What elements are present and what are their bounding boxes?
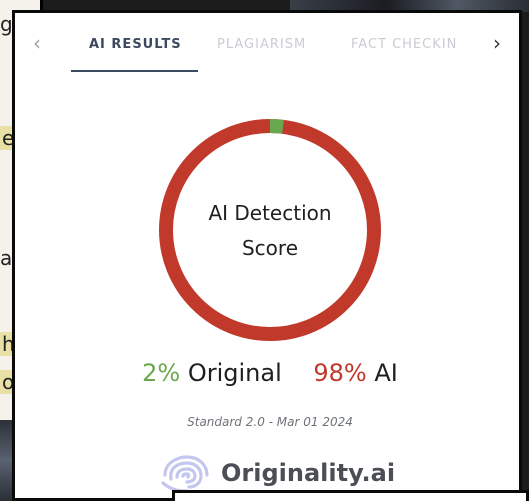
gauge-title-line: Score — [241, 236, 298, 260]
brand-name: Originality.ai — [221, 459, 396, 487]
tab-plagiarism[interactable]: PLAGIARISM — [217, 37, 306, 52]
tab-ai-results[interactable]: AI RESULTS — [89, 37, 182, 52]
model-version-date: Standard 2.0 - Mar 01 2024 — [187, 415, 353, 429]
ai-percent: 98% — [313, 359, 367, 387]
brand-logo-lockup: Originality.ai — [157, 453, 395, 493]
results-card: ‹ AI RESULTS PLAGIARISM FACT CHECKIN › A… — [12, 10, 522, 501]
score-summary: 2% Original 98% AI — [15, 359, 519, 387]
active-tab-indicator — [71, 70, 198, 72]
chevron-left-icon[interactable]: ‹ — [33, 31, 41, 55]
gauge-title: AI Detection Score — [158, 196, 382, 266]
original-percent: 2% — [142, 359, 181, 387]
ai-label: AI — [374, 359, 398, 387]
original-label: Original — [187, 359, 282, 387]
fingerprint-icon — [161, 455, 209, 493]
overlapping-panel — [172, 490, 529, 501]
chevron-right-icon[interactable]: › — [493, 31, 501, 55]
tab-fact-checking[interactable]: FACT CHECKIN — [351, 37, 457, 52]
results-tab-bar: ‹ AI RESULTS PLAGIARISM FACT CHECKIN › — [15, 13, 519, 75]
gauge-title-line: AI Detection — [208, 201, 332, 225]
